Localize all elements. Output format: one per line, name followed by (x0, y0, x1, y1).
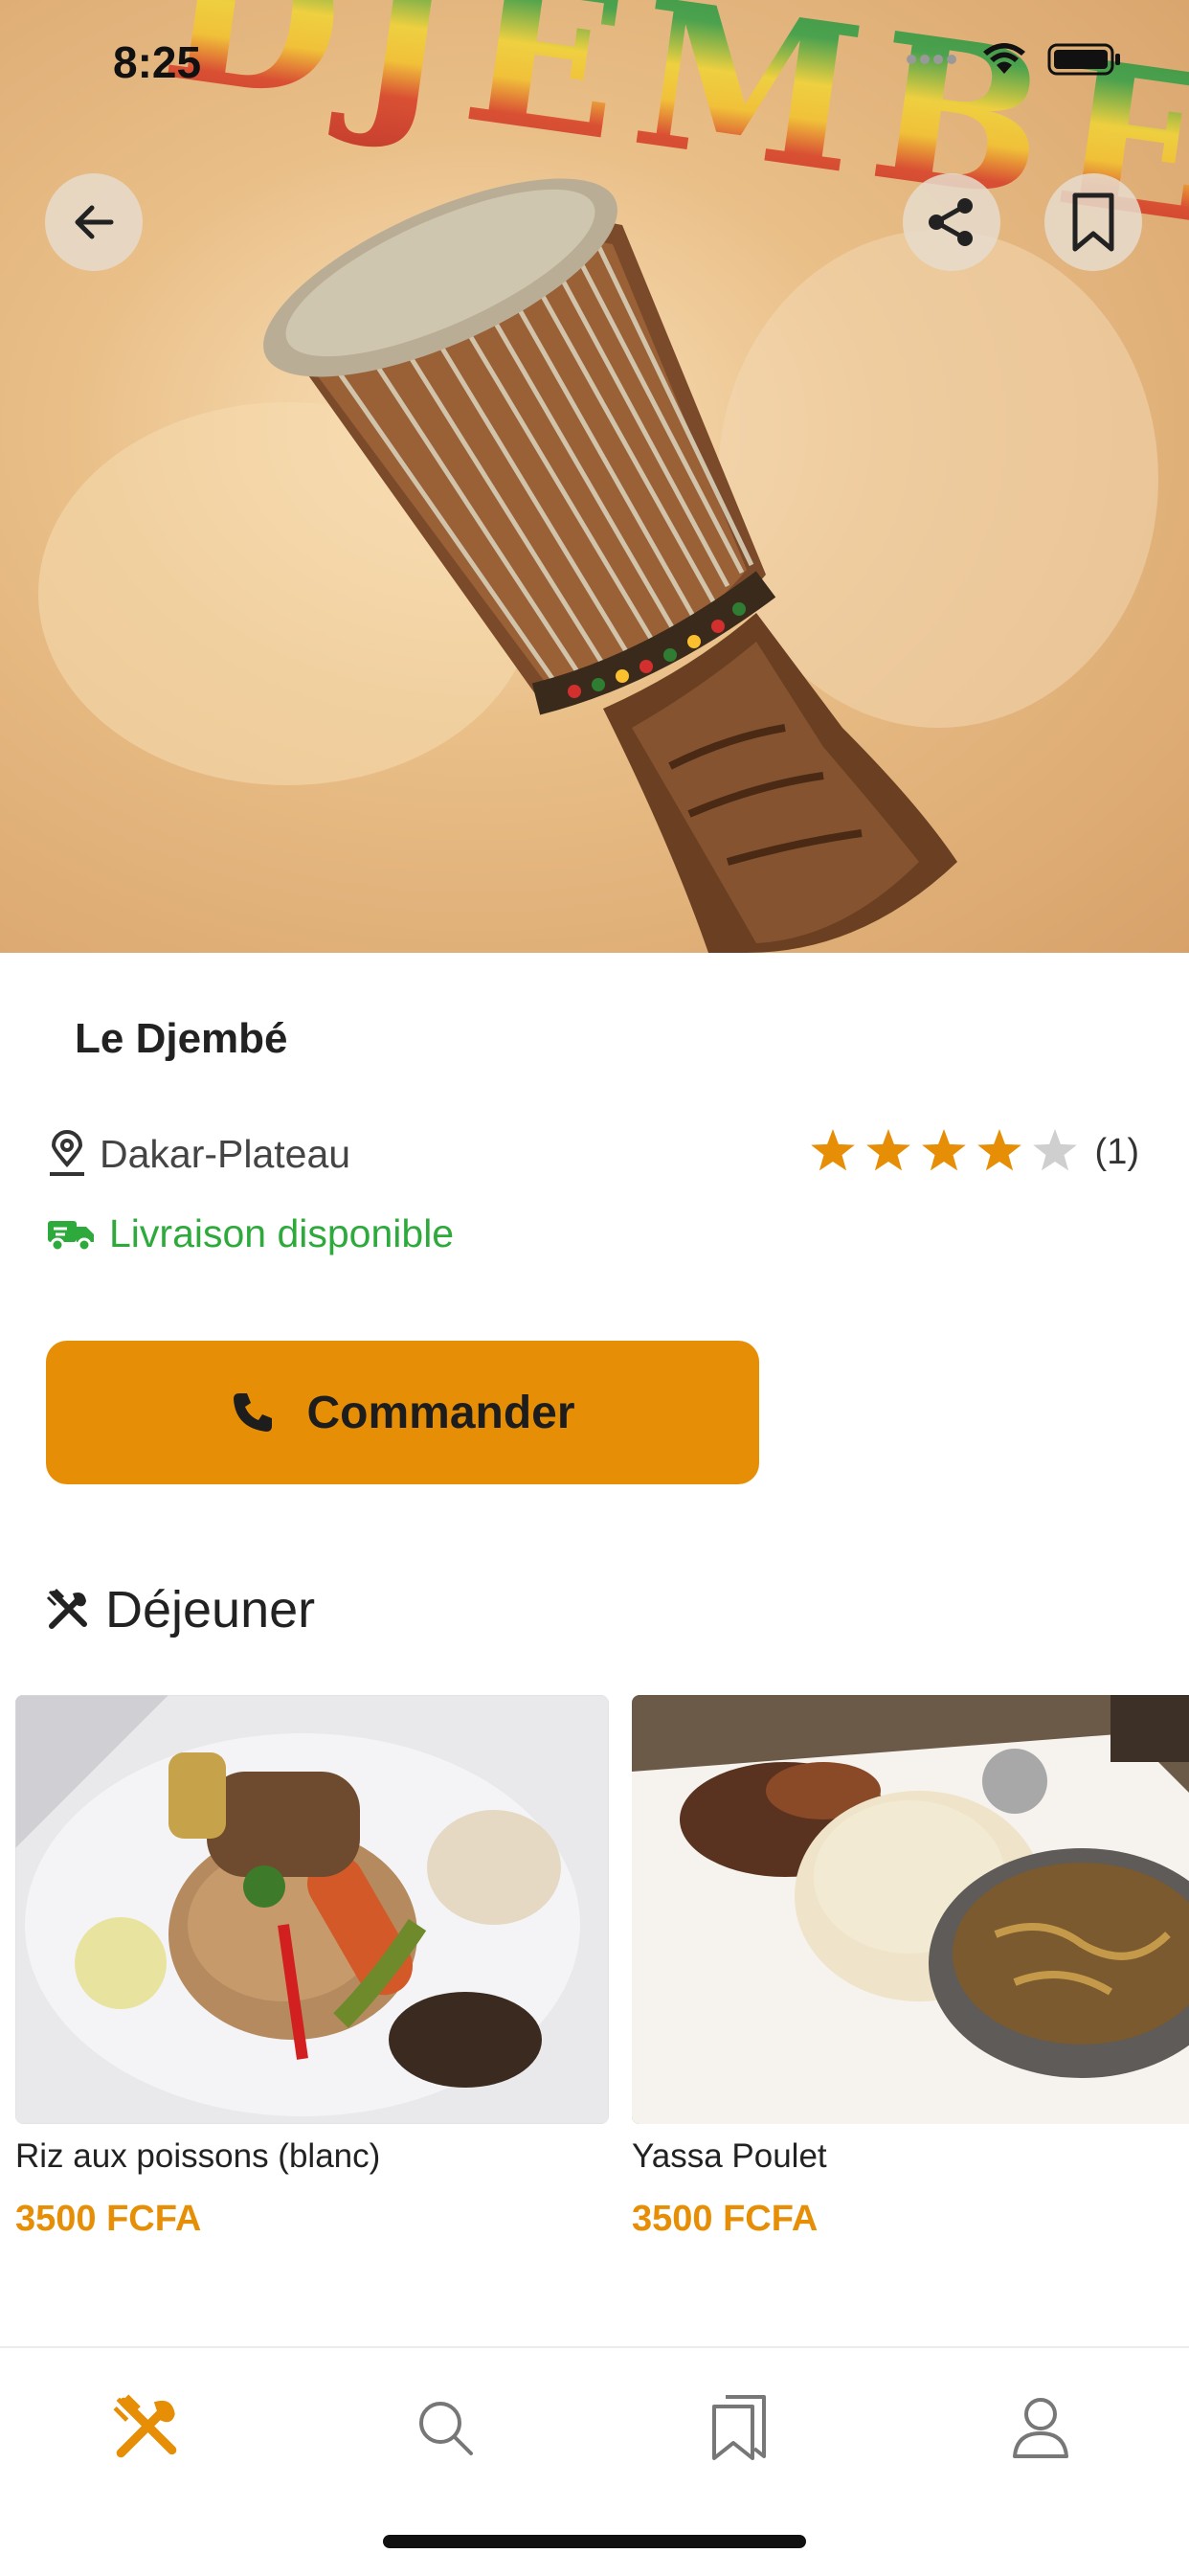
bookmark-button[interactable] (1044, 173, 1142, 271)
menu-item-name: Yassa Poulet (632, 2137, 827, 2175)
order-button-label: Commander (306, 1387, 575, 1438)
map-pin-icon (50, 1130, 84, 1176)
delivery-text: Livraison disponible (109, 1211, 455, 1255)
utensils-icon (46, 1588, 87, 1629)
tab-profile[interactable] (998, 2384, 1084, 2471)
order-button[interactable]: Commander (46, 1341, 759, 1484)
star-filled-icon (810, 1129, 855, 1171)
back-button[interactable] (45, 173, 143, 271)
star-filled-icon (865, 1129, 910, 1171)
search-icon (419, 2402, 473, 2455)
menu-item-image (15, 1695, 609, 2124)
tab-bookmarks[interactable] (697, 2384, 783, 2471)
menu-item-price: 3500 FCFA (632, 2199, 819, 2239)
share-icon (929, 198, 973, 246)
menu-item-card[interactable]: Riz aux poissons (blanc) 3500 FCFA (15, 1695, 609, 2240)
menu-item-price: 3500 FCFA (15, 2199, 202, 2239)
menu-section-header: Déjeuner (46, 1580, 315, 1639)
tab-restaurants[interactable] (103, 2384, 190, 2471)
hero-image: DJEMBE (0, 0, 1189, 953)
delivery-truck-icon (48, 1220, 94, 1252)
rating-stars (810, 1129, 1077, 1171)
location-row: Dakar-Plateau (46, 1130, 350, 1178)
star-empty-icon (1032, 1129, 1077, 1171)
location-text: Dakar-Plateau (100, 1131, 351, 1176)
menu-item-card[interactable]: Yassa Poulet 3500 FCFA (632, 1695, 1189, 2240)
home-indicator (383, 2535, 806, 2548)
star-filled-icon (921, 1129, 966, 1171)
restaurant-name: Le Djembé (75, 1015, 288, 1062)
status-icons (904, 42, 1122, 77)
status-time: 8:25 (113, 37, 202, 87)
utensils-icon (113, 2394, 177, 2458)
arrow-left-icon (75, 205, 114, 239)
phone-icon (234, 1393, 273, 1432)
bookmarks-icon (712, 2395, 766, 2460)
yassa-poulet-photo (632, 1695, 1189, 2124)
wifi-icon (983, 43, 1025, 74)
tab-search[interactable] (402, 2384, 488, 2471)
rating-count: (1) (1094, 1131, 1139, 1172)
star-filled-icon (976, 1129, 1021, 1171)
bookmark-icon (1072, 192, 1114, 252)
user-icon (1013, 2398, 1068, 2458)
battery-icon (1047, 43, 1120, 76)
share-button[interactable] (903, 173, 1000, 271)
menu-item-name: Riz aux poissons (blanc) (15, 2137, 381, 2175)
riz-poisson-photo (15, 1695, 609, 2124)
signal-icon (907, 55, 956, 64)
menu-item-image (632, 1695, 1189, 2124)
delivery-row: Livraison disponible (46, 1211, 454, 1256)
rating: (1) (806, 1128, 1139, 1176)
djembe-drum-photo (38, 178, 1158, 953)
menu-section-title: Déjeuner (105, 1581, 316, 1638)
